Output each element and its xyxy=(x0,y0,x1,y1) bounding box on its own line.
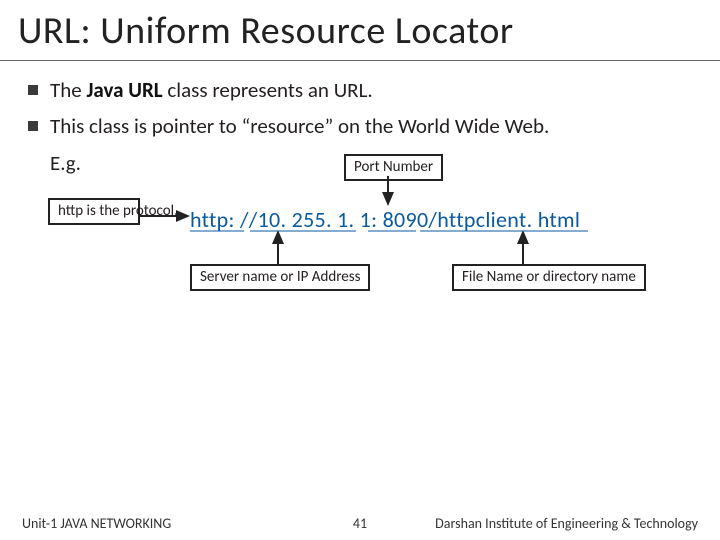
footer-right: Darshan Institute of Engineering & Techn… xyxy=(435,515,698,532)
url-diagram: http is the protocol. Port Number Server… xyxy=(28,176,700,356)
bullet-1: The Java URL class represents an URL. xyxy=(28,77,700,103)
bullet-2-text: This class is pointer to “resource” on t… xyxy=(50,113,700,139)
arrows xyxy=(28,176,720,356)
footer-left: Unit-1 JAVA NETWORKING xyxy=(22,515,171,532)
bullet-square-icon xyxy=(28,121,38,131)
bullet-square-icon xyxy=(28,85,38,95)
bullet-1-text: The Java URL class represents an URL. xyxy=(50,77,700,103)
footer-page: 41 xyxy=(353,515,367,532)
footer: Unit-1 JAVA NETWORKING 41 Darshan Instit… xyxy=(0,515,720,532)
slide-title: URL: Uniform Resource Locator xyxy=(0,0,720,61)
bullet-2: This class is pointer to “resource” on t… xyxy=(28,113,700,139)
